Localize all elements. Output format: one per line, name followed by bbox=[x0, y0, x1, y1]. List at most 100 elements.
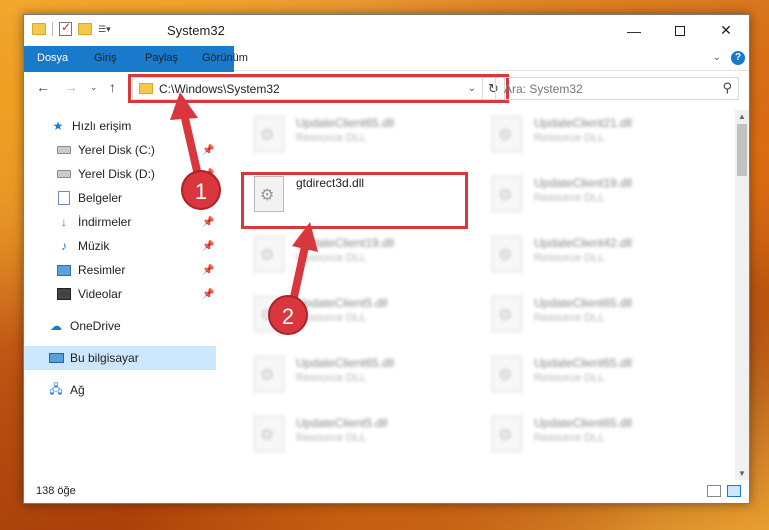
file-type: Resource DLL bbox=[534, 132, 605, 144]
dll-file-icon bbox=[254, 356, 284, 392]
folder-icon bbox=[32, 23, 46, 35]
computer-icon bbox=[48, 351, 64, 365]
sidebar-item-label: İndirmeler bbox=[78, 215, 132, 229]
properties-icon[interactable] bbox=[59, 20, 72, 36]
sidebar-item-label: Resimler bbox=[78, 263, 126, 277]
file-item[interactable]: UpdateClient19.dll Resource DLL bbox=[484, 170, 694, 218]
ribbon: Dosya Giriş Paylaş Görünüm ⌄ ? bbox=[24, 46, 749, 94]
window-title: System32 bbox=[167, 23, 225, 38]
file-name: UpdateClient21.dll bbox=[534, 116, 633, 130]
sidebar-item-label: Yerel Disk (C:) bbox=[78, 143, 155, 157]
file-name: UpdateClient42.dll bbox=[534, 236, 633, 250]
file-item[interactable]: UpdateClient65.dll Resource DLL bbox=[246, 110, 456, 158]
music-icon: ♪ bbox=[61, 239, 67, 253]
file-item[interactable]: UpdateClient21.dll Resource DLL bbox=[484, 110, 694, 158]
recent-locations-icon[interactable]: ⌄ bbox=[90, 82, 98, 93]
file-type: Resource DLL bbox=[534, 252, 605, 264]
file-item[interactable]: UpdateClient42.dll Resource DLL bbox=[484, 230, 694, 278]
status-bar: 138 öğe bbox=[24, 481, 749, 503]
large-icons-view-icon[interactable] bbox=[727, 485, 741, 497]
sidebar-item-onedrive[interactable]: ☁ OneDrive bbox=[24, 314, 216, 338]
sidebar-item-downloads[interactable]: ↓ İndirmeler 📌 bbox=[24, 210, 216, 234]
minimize-button[interactable]: — bbox=[611, 15, 657, 46]
title-bar: ☰▾ System32 — ✕ bbox=[24, 15, 749, 46]
file-name: UpdateClient5.dll bbox=[296, 416, 388, 430]
explorer-window: ☰▾ System32 — ✕ Dosya Giriş Paylaş Görün… bbox=[23, 14, 750, 504]
file-item[interactable]: UpdateClient5.dll Resource DLL bbox=[246, 410, 456, 458]
quick-access-toolbar: ☰▾ bbox=[32, 20, 111, 36]
file-name: UpdateClient65.dll bbox=[296, 356, 395, 370]
forward-arrow-icon[interactable]: → bbox=[64, 79, 78, 95]
tab-view[interactable]: Görünüm bbox=[189, 46, 261, 71]
file-name: UpdateClient65.dll bbox=[534, 356, 633, 370]
file-type: Resource DLL bbox=[296, 132, 367, 144]
pin-icon[interactable]: 📌 bbox=[202, 241, 214, 252]
file-item[interactable]: UpdateClient65.dll Resource DLL bbox=[484, 350, 694, 398]
sidebar-item-label: Yerel Disk (D:) bbox=[78, 167, 155, 181]
sidebar-item-this-pc[interactable]: Bu bilgisayar bbox=[24, 346, 216, 370]
back-arrow-icon[interactable]: ← bbox=[36, 79, 50, 95]
file-type: Resource DLL bbox=[534, 192, 605, 204]
pin-icon[interactable]: 📌 bbox=[202, 217, 214, 228]
file-item-gtdirect3d[interactable]: gtdirect3d.dll bbox=[246, 170, 456, 218]
network-icon: 🖧 bbox=[49, 381, 63, 396]
search-placeholder: Ara: System32 bbox=[504, 82, 583, 96]
file-name: UpdateClient65.dll bbox=[534, 416, 633, 430]
up-arrow-icon[interactable]: ↑ bbox=[109, 79, 116, 95]
file-name: UpdateClient65.dll bbox=[534, 296, 633, 310]
scroll-up-icon[interactable]: ▲ bbox=[738, 112, 746, 121]
maximize-button[interactable] bbox=[657, 15, 703, 46]
dll-file-icon bbox=[254, 416, 284, 452]
tab-home[interactable]: Giriş bbox=[81, 46, 130, 71]
search-input[interactable]: Ara: System32 ⚲ bbox=[495, 77, 739, 100]
sidebar-item-label: Hızlı erişim bbox=[72, 119, 132, 133]
sidebar-item-pictures[interactable]: Resimler 📌 bbox=[24, 258, 216, 282]
star-icon: ★ bbox=[52, 119, 64, 133]
close-button[interactable]: ✕ bbox=[703, 15, 749, 46]
file-type: Resource DLL bbox=[534, 372, 605, 384]
videos-icon bbox=[56, 287, 72, 301]
dll-file-icon bbox=[492, 416, 522, 452]
customize-toolbar-icon[interactable]: ☰▾ bbox=[98, 24, 111, 35]
sidebar-item-label: Belgeler bbox=[78, 191, 123, 205]
dll-file-icon bbox=[492, 296, 522, 332]
vertical-scrollbar[interactable]: ▲ ▼ bbox=[735, 110, 749, 480]
pictures-icon bbox=[56, 263, 72, 277]
dll-file-icon bbox=[254, 176, 284, 212]
sidebar-item-videos[interactable]: Videolar 📌 bbox=[24, 282, 216, 306]
new-folder-icon[interactable] bbox=[78, 23, 92, 35]
cloud-icon: ☁ bbox=[50, 319, 62, 333]
dll-file-icon bbox=[492, 356, 522, 392]
sidebar-item-music[interactable]: ♪ Müzik 📌 bbox=[24, 234, 216, 258]
dll-file-icon bbox=[492, 116, 522, 152]
search-icon: ⚲ bbox=[722, 80, 732, 95]
chevron-down-icon[interactable]: ⌄ bbox=[468, 83, 476, 94]
file-item[interactable]: UpdateClient65.dll Resource DLL bbox=[246, 350, 456, 398]
dll-file-icon bbox=[254, 116, 284, 152]
dll-file-icon bbox=[492, 176, 522, 212]
file-type: Resource DLL bbox=[296, 432, 367, 444]
item-count: 138 öğe bbox=[36, 485, 76, 497]
dll-file-icon bbox=[492, 236, 522, 272]
disk-icon bbox=[56, 167, 72, 181]
sidebar-item-label: Müzik bbox=[78, 239, 110, 253]
sidebar-item-label: Videolar bbox=[78, 287, 122, 301]
file-type: Resource DLL bbox=[296, 372, 367, 384]
file-item[interactable]: UpdateClient65.dll Resource DLL bbox=[484, 290, 694, 338]
callout-step-1: 1 bbox=[181, 170, 221, 210]
help-icon[interactable]: ? bbox=[731, 51, 745, 65]
pin-icon[interactable]: 📌 bbox=[202, 265, 214, 276]
sidebar-item-label: Bu bilgisayar bbox=[70, 351, 139, 365]
expand-ribbon-icon[interactable]: ⌄ bbox=[713, 52, 721, 63]
tab-share[interactable]: Paylaş bbox=[132, 46, 191, 71]
scroll-down-icon[interactable]: ▼ bbox=[738, 469, 746, 478]
maximize-icon bbox=[675, 25, 685, 36]
file-type: Resource DLL bbox=[534, 432, 605, 444]
sidebar-item-network[interactable]: 🖧 Ağ bbox=[24, 378, 216, 402]
documents-icon bbox=[56, 191, 72, 205]
pin-icon[interactable]: 📌 bbox=[202, 289, 214, 300]
navigation-bar: ← → ⌄ ↑ C:\Windows\System32 ⌄ ↻ Ara: Sys… bbox=[24, 72, 749, 104]
details-view-icon[interactable] bbox=[707, 485, 721, 497]
scroll-thumb[interactable] bbox=[737, 124, 747, 176]
file-item[interactable]: UpdateClient65.dll Resource DLL bbox=[484, 410, 694, 458]
